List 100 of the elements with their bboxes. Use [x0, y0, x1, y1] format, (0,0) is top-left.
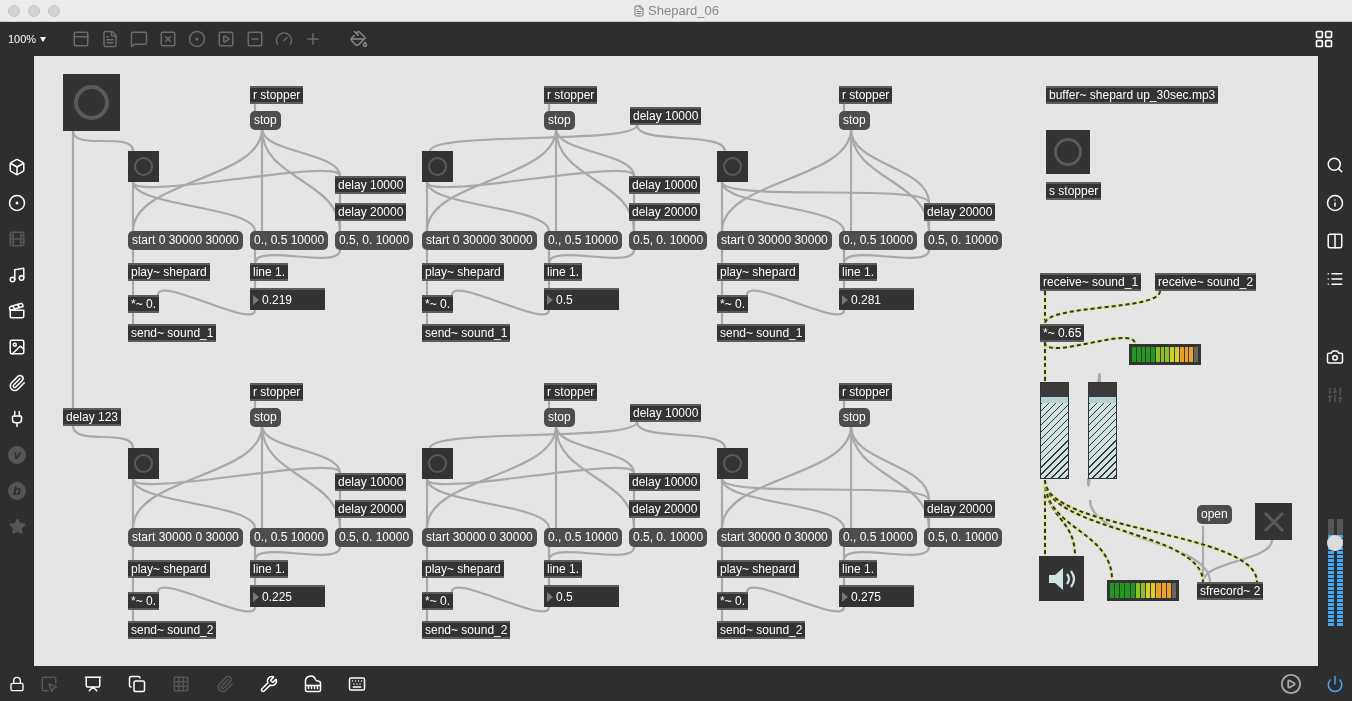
message-box[interactable]: open [1197, 505, 1232, 524]
message-box[interactable]: 0.5, 0. 10000 [924, 528, 1003, 547]
number-box[interactable]: 0.281 [839, 288, 914, 310]
list-icon[interactable] [1326, 270, 1344, 288]
message-box[interactable]: 0., 0.5 10000 [250, 231, 329, 250]
object-box: delay 10000 [335, 176, 407, 194]
window-control[interactable] [48, 4, 60, 17]
play-icon[interactable] [1280, 672, 1302, 695]
number-box[interactable]: 0.225 [250, 585, 325, 607]
video-icon[interactable] [8, 302, 26, 320]
object-box: line 1. [839, 263, 878, 281]
zoom-dropdown[interactable]: 100% [8, 30, 47, 48]
message-box[interactable]: start 0 30000 30000 [422, 231, 537, 250]
bang-button[interactable] [128, 151, 159, 182]
patch-cord [720, 610, 724, 621]
comment-icon[interactable] [130, 30, 149, 48]
bang-button[interactable] [63, 74, 120, 131]
message-box[interactable]: 0.5, 0. 10000 [924, 231, 1003, 250]
info-icon[interactable] [1326, 194, 1344, 212]
bang-icon[interactable] [188, 30, 207, 48]
message-box[interactable]: 0., 0.5 10000 [544, 528, 623, 547]
windows-icon[interactable] [128, 674, 146, 693]
patch-cord [425, 313, 429, 324]
message-box[interactable]: 0.5, 0. 10000 [629, 231, 708, 250]
number-box[interactable]: 0.219 [250, 288, 325, 310]
object-box: play~ shepard [717, 560, 799, 578]
patch-cord [131, 313, 135, 324]
image-icon[interactable] [8, 338, 26, 356]
panel-icon[interactable] [72, 30, 91, 48]
window-control[interactable] [28, 4, 40, 17]
object-box: delay 20000 [629, 500, 701, 518]
message-box[interactable]: start 30000 0 30000 [717, 528, 832, 547]
toggle-icon[interactable] [159, 30, 178, 48]
message-box[interactable]: stop [250, 111, 281, 130]
number-box[interactable]: 0.275 [839, 585, 914, 607]
text-icon[interactable] [101, 30, 120, 48]
volume-slider[interactable] [1325, 519, 1345, 627]
star-icon[interactable] [8, 518, 26, 535]
message-box[interactable]: stop [544, 408, 575, 427]
bang-button[interactable] [128, 448, 159, 479]
speaker-button[interactable] [1039, 556, 1084, 601]
object-box: delay 20000 [924, 203, 996, 221]
cube-icon[interactable] [8, 158, 26, 176]
message-box[interactable]: 0., 0.5 10000 [839, 231, 918, 250]
patch-cord [842, 401, 846, 408]
message-box[interactable]: 0.5, 0. 10000 [335, 528, 414, 547]
toggle-button[interactable] [1255, 503, 1292, 540]
bang-button[interactable] [717, 151, 748, 182]
message-box[interactable]: stop [839, 111, 870, 130]
object-box: line 1. [250, 560, 289, 578]
lock-icon[interactable] [9, 675, 25, 692]
power-icon[interactable] [1326, 674, 1344, 693]
message-box[interactable]: 0., 0.5 10000 [544, 231, 623, 250]
bang-button[interactable] [422, 151, 453, 182]
triangle-icon [253, 295, 259, 305]
message-box[interactable]: stop [839, 408, 870, 427]
bang-button[interactable] [1046, 130, 1090, 174]
camera-icon[interactable] [1326, 348, 1344, 366]
grid-icon[interactable] [1314, 29, 1334, 49]
play-icon[interactable] [217, 30, 236, 48]
pointer-icon[interactable] [40, 674, 58, 693]
bang-button[interactable] [717, 448, 748, 479]
object-box: r stopper [839, 383, 893, 401]
dial-icon[interactable] [275, 30, 294, 48]
paperclip-icon[interactable] [216, 674, 234, 693]
music-note-icon[interactable] [8, 266, 26, 284]
piano-icon[interactable] [304, 674, 322, 693]
message-box[interactable]: start 30000 0 30000 [422, 528, 537, 547]
film-icon[interactable] [8, 230, 26, 248]
message-box[interactable]: stop [544, 111, 575, 130]
message-box[interactable]: start 0 30000 30000 [128, 231, 243, 250]
keyboard-icon[interactable] [348, 674, 366, 693]
message-box[interactable]: 0., 0.5 10000 [839, 528, 918, 547]
sliders-icon[interactable] [1326, 386, 1344, 404]
message-box[interactable]: stop [250, 408, 281, 427]
patch-cord [547, 104, 551, 111]
wrench-icon[interactable] [260, 674, 278, 693]
message-box[interactable]: start 0 30000 30000 [717, 231, 832, 250]
message-box[interactable]: 0.5, 0. 10000 [629, 528, 708, 547]
message-box[interactable]: 0.5, 0. 10000 [335, 231, 414, 250]
gain-slider[interactable] [1040, 382, 1069, 479]
columns-icon[interactable] [1326, 232, 1344, 250]
number-value: 0.5 [556, 292, 573, 309]
message-box[interactable]: 0., 0.5 10000 [250, 528, 329, 547]
patch-cord [131, 281, 135, 295]
bang-button[interactable] [422, 448, 453, 479]
number-box[interactable]: 0.5 [544, 288, 619, 310]
triangle-icon [842, 592, 848, 602]
window-control[interactable] [8, 4, 20, 17]
number-box[interactable]: 0.5 [544, 585, 619, 607]
patch-cord [131, 610, 135, 621]
slider-icon[interactable] [246, 30, 265, 48]
search-icon[interactable] [1326, 156, 1344, 174]
gain-slider[interactable] [1088, 382, 1117, 479]
target-icon[interactable] [8, 194, 26, 212]
paint-bucket-icon[interactable] [350, 30, 369, 48]
triangle-icon [547, 592, 553, 602]
patch-cord [131, 250, 135, 263]
message-box[interactable]: start 30000 0 30000 [128, 528, 243, 547]
presentation-icon[interactable] [84, 674, 102, 693]
